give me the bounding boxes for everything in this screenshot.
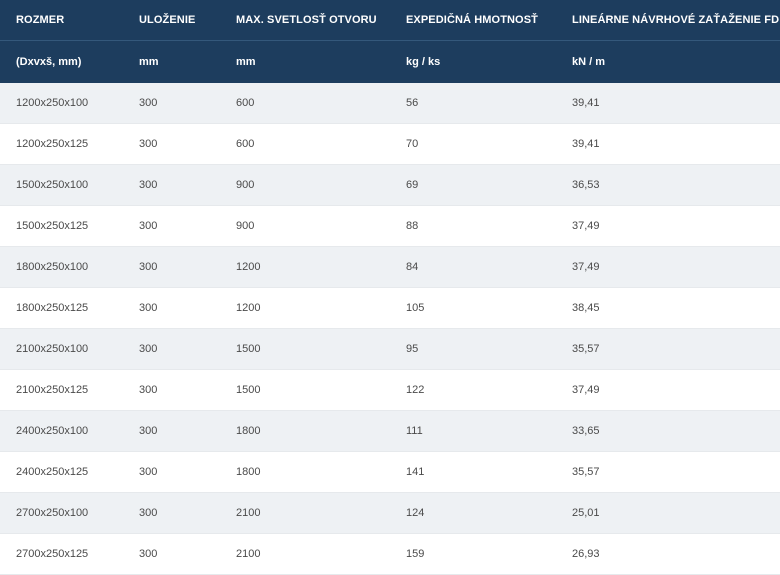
cell-max-svetlost: 600 bbox=[220, 123, 390, 165]
cell-max-svetlost: 900 bbox=[220, 205, 390, 247]
cell-rozmer: 2100x250x125 bbox=[0, 369, 123, 411]
units-row: (Dxvxš, mm) mm mm kg / ks kN / m bbox=[0, 40, 780, 83]
cell-rozmer: 1500x250x100 bbox=[0, 164, 123, 206]
cell-zatazenie: 37,49 bbox=[556, 369, 780, 411]
header-max-svetlost: MAX. SVETLOSŤ OTVORU bbox=[220, 0, 390, 41]
cell-zatazenie: 35,57 bbox=[556, 451, 780, 493]
header-hmotnost: EXPEDIČNÁ HMOTNOSŤ bbox=[390, 0, 556, 41]
cell-ulozenie: 300 bbox=[123, 287, 220, 329]
table-row: 1800x250x100 300 1200 84 37,49 bbox=[0, 246, 780, 288]
table-row: 1200x250x125 300 600 70 39,41 bbox=[0, 123, 780, 165]
cell-rozmer: 2400x250x100 bbox=[0, 410, 123, 452]
cell-ulozenie: 300 bbox=[123, 533, 220, 575]
cell-max-svetlost: 1800 bbox=[220, 451, 390, 493]
cell-rozmer: 1800x250x100 bbox=[0, 246, 123, 288]
cell-rozmer: 2700x250x100 bbox=[0, 492, 123, 534]
unit-max-svetlost: mm bbox=[220, 40, 390, 83]
header-row: ROZMER ULOŽENIE MAX. SVETLOSŤ OTVORU EXP… bbox=[0, 0, 780, 41]
cell-rozmer: 1200x250x125 bbox=[0, 123, 123, 165]
table-header: ROZMER ULOŽENIE MAX. SVETLOSŤ OTVORU EXP… bbox=[0, 0, 780, 83]
table-row: 1500x250x100 300 900 69 36,53 bbox=[0, 164, 780, 206]
cell-ulozenie: 300 bbox=[123, 164, 220, 206]
cell-hmotnost: 69 bbox=[390, 164, 556, 206]
table-row: 1500x250x125 300 900 88 37,49 bbox=[0, 205, 780, 247]
cell-zatazenie: 39,41 bbox=[556, 83, 780, 124]
cell-hmotnost: 111 bbox=[390, 410, 556, 452]
cell-zatazenie: 37,49 bbox=[556, 246, 780, 288]
cell-ulozenie: 300 bbox=[123, 205, 220, 247]
cell-ulozenie: 300 bbox=[123, 369, 220, 411]
cell-zatazenie: 35,57 bbox=[556, 328, 780, 370]
cell-hmotnost: 124 bbox=[390, 492, 556, 534]
cell-rozmer: 1200x250x100 bbox=[0, 83, 123, 124]
cell-ulozenie: 300 bbox=[123, 492, 220, 534]
cell-hmotnost: 88 bbox=[390, 205, 556, 247]
cell-max-svetlost: 600 bbox=[220, 83, 390, 124]
cell-hmotnost: 95 bbox=[390, 328, 556, 370]
table-body: 1200x250x100 300 600 56 39,41 1200x250x125 300… bbox=[0, 83, 780, 575]
cell-rozmer: 2100x250x100 bbox=[0, 328, 123, 370]
unit-rozmer: (Dxvxš, mm) bbox=[0, 40, 123, 83]
cell-max-svetlost: 900 bbox=[220, 164, 390, 206]
table-row: 1800x250x125 300 1200 105 38,45 bbox=[0, 287, 780, 329]
cell-ulozenie: 300 bbox=[123, 83, 220, 124]
header-ulozenie: ULOŽENIE bbox=[123, 0, 220, 41]
cell-zatazenie: 37,49 bbox=[556, 205, 780, 247]
cell-hmotnost: 141 bbox=[390, 451, 556, 493]
cell-hmotnost: 56 bbox=[390, 83, 556, 124]
table-row: 2400x250x125 300 1800 141 35,57 bbox=[0, 451, 780, 493]
cell-max-svetlost: 2100 bbox=[220, 492, 390, 534]
unit-zatazenie: kN / m bbox=[556, 40, 780, 83]
cell-hmotnost: 105 bbox=[390, 287, 556, 329]
cell-zatazenie: 33,65 bbox=[556, 410, 780, 452]
table-row: 2400x250x100 300 1800 111 33,65 bbox=[0, 410, 780, 452]
table-row: 2700x250x100 300 2100 124 25,01 bbox=[0, 492, 780, 534]
cell-rozmer: 2400x250x125 bbox=[0, 451, 123, 493]
cell-rozmer: 1500x250x125 bbox=[0, 205, 123, 247]
cell-hmotnost: 70 bbox=[390, 123, 556, 165]
cell-ulozenie: 300 bbox=[123, 451, 220, 493]
cell-max-svetlost: 1500 bbox=[220, 369, 390, 411]
cell-max-svetlost: 1800 bbox=[220, 410, 390, 452]
cell-max-svetlost: 1500 bbox=[220, 328, 390, 370]
table-row: 2100x250x125 300 1500 122 37,49 bbox=[0, 369, 780, 411]
cell-ulozenie: 300 bbox=[123, 246, 220, 288]
cell-max-svetlost: 1200 bbox=[220, 287, 390, 329]
cell-ulozenie: 300 bbox=[123, 328, 220, 370]
cell-zatazenie: 36,53 bbox=[556, 164, 780, 206]
cell-rozmer: 2700x250x125 bbox=[0, 533, 123, 575]
header-rozmer: ROZMER bbox=[0, 0, 123, 41]
product-spec-table: ROZMER ULOŽENIE MAX. SVETLOSŤ OTVORU EXP… bbox=[0, 0, 780, 575]
cell-zatazenie: 25,01 bbox=[556, 492, 780, 534]
table-row: 1200x250x100 300 600 56 39,41 bbox=[0, 83, 780, 124]
cell-hmotnost: 122 bbox=[390, 369, 556, 411]
table-row: 2700x250x125 300 2100 159 26,93 bbox=[0, 533, 780, 575]
unit-ulozenie: mm bbox=[123, 40, 220, 83]
header-zatazenie: LINEÁRNE NÁVRHOVÉ ZAŤAŽENIE FD bbox=[556, 0, 780, 41]
table-row: 2100x250x100 300 1500 95 35,57 bbox=[0, 328, 780, 370]
cell-hmotnost: 84 bbox=[390, 246, 556, 288]
cell-ulozenie: 300 bbox=[123, 123, 220, 165]
cell-max-svetlost: 1200 bbox=[220, 246, 390, 288]
cell-ulozenie: 300 bbox=[123, 410, 220, 452]
cell-zatazenie: 26,93 bbox=[556, 533, 780, 575]
cell-zatazenie: 38,45 bbox=[556, 287, 780, 329]
cell-rozmer: 1800x250x125 bbox=[0, 287, 123, 329]
cell-hmotnost: 159 bbox=[390, 533, 556, 575]
cell-max-svetlost: 2100 bbox=[220, 533, 390, 575]
cell-zatazenie: 39,41 bbox=[556, 123, 780, 165]
unit-hmotnost: kg / ks bbox=[390, 40, 556, 83]
